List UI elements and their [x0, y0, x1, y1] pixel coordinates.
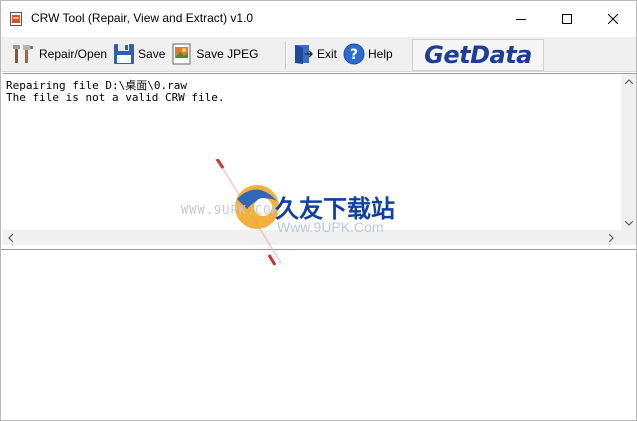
toolbar-file-group: Repair/Open Save Save JPEG	[9, 38, 261, 70]
repair-open-button[interactable]: Repair/Open	[9, 39, 110, 69]
log-line: The file is not a valid CRW file.	[6, 91, 225, 104]
close-button[interactable]	[590, 1, 636, 37]
save-jpeg-button[interactable]: Save JPEG	[168, 39, 261, 69]
toolbar-app-group: Exit ? Help	[289, 38, 396, 70]
window-title: CRW Tool (Repair, View and Extract) v1.0	[31, 11, 254, 25]
log-text-area[interactable]: Repairing file D:\桌面\0.raw The file is n…	[3, 73, 636, 231]
maximize-button[interactable]	[544, 1, 590, 37]
floppy-disk-icon	[114, 44, 135, 64]
document-icon	[10, 12, 22, 26]
svg-text:?: ?	[350, 47, 358, 63]
save-button[interactable]: Save	[110, 39, 168, 69]
exit-label: Exit	[317, 47, 338, 61]
save-label: Save	[138, 47, 166, 61]
preview-pane	[1, 250, 636, 420]
help-label: Help	[368, 47, 393, 61]
scroll-left-button[interactable]	[3, 230, 18, 245]
exit-door-icon	[295, 45, 314, 64]
maximize-icon	[562, 14, 572, 24]
minimize-button[interactable]	[498, 1, 544, 37]
toolbar-separator	[285, 41, 287, 69]
scroll-right-button[interactable]	[604, 230, 619, 245]
tools-icon	[13, 45, 33, 63]
logo-text: GetData	[424, 41, 532, 69]
toolbar: Repair/Open Save Save JPEG Exit ? Help G…	[1, 37, 636, 72]
exit-button[interactable]: Exit	[289, 39, 340, 69]
chevron-up-icon	[624, 79, 633, 84]
vertical-scrollbar[interactable]	[621, 74, 636, 231]
help-button[interactable]: ? Help	[340, 39, 396, 69]
chevron-left-icon	[8, 233, 13, 242]
repair-open-label: Repair/Open	[39, 47, 108, 61]
save-jpeg-label: Save JPEG	[196, 47, 259, 61]
scrollbar-corner	[619, 230, 636, 245]
getdata-logo: GetData	[412, 39, 544, 71]
horizontal-scrollbar[interactable]	[3, 230, 619, 245]
scroll-up-button[interactable]	[621, 74, 636, 89]
image-file-icon	[172, 43, 191, 65]
chevron-down-icon	[624, 221, 633, 226]
chevron-right-icon	[609, 233, 614, 242]
title-bar: CRW Tool (Repair, View and Extract) v1.0	[1, 1, 636, 37]
help-question-icon: ?	[343, 43, 365, 65]
app-window: CRW Tool (Repair, View and Extract) v1.0…	[0, 0, 637, 421]
close-icon	[608, 14, 618, 24]
scroll-down-button[interactable]	[621, 216, 636, 231]
minimize-icon	[516, 19, 526, 20]
